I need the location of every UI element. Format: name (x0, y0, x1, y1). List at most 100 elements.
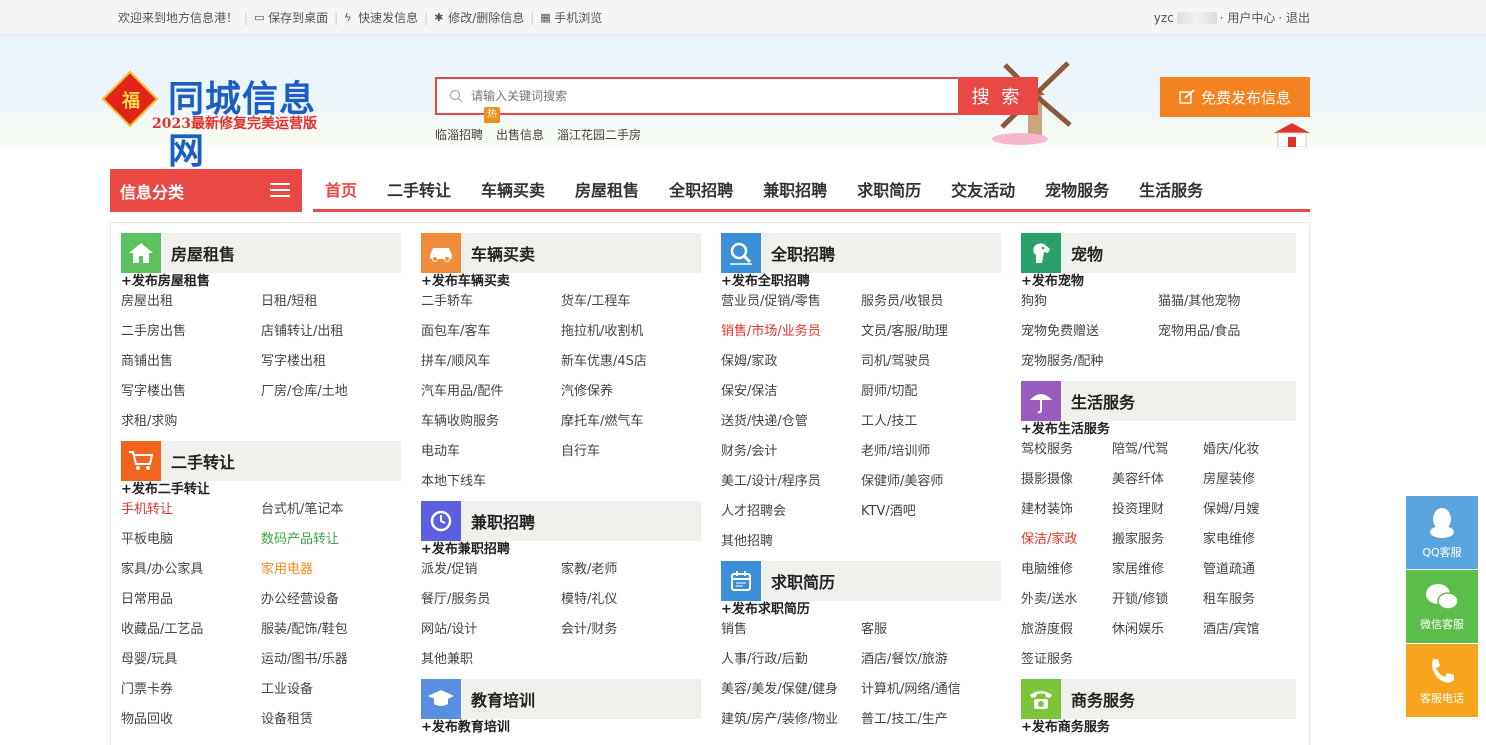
list-item[interactable]: 家居维修 (1112, 559, 1203, 589)
list-item[interactable]: 写字楼出租 (261, 351, 401, 381)
list-item[interactable]: 美容纤体 (1112, 469, 1203, 499)
list-item[interactable]: 数码产品转让 (261, 529, 401, 559)
list-item[interactable]: 摩托车/燃气车 (561, 411, 701, 441)
list-item[interactable]: 保洁/家政 (1021, 529, 1112, 559)
list-item[interactable]: 搬家服务 (1112, 529, 1203, 559)
list-item[interactable]: 送货/快递/仓管 (721, 411, 861, 441)
list-item[interactable]: 家用电器 (261, 559, 401, 589)
nav-home[interactable]: 首页 (325, 177, 357, 201)
post-biz-link[interactable]: +发布商务服务 (1021, 719, 1296, 737)
list-item[interactable]: 保健师/美容师 (861, 471, 1001, 501)
list-item[interactable]: 本地下线车 (421, 471, 561, 501)
list-item[interactable]: 平板电脑 (121, 529, 261, 559)
wechat-support-button[interactable]: 微信客服 (1406, 570, 1478, 643)
list-item[interactable]: 汽修保养 (561, 381, 701, 411)
hot-keyword[interactable]: 淄江花园二手房 (557, 126, 641, 143)
list-item[interactable]: 工人/技工 (861, 411, 1001, 441)
list-item[interactable]: 厂房/仓库/土地 (261, 381, 401, 411)
list-item[interactable]: 其他招聘 (721, 531, 861, 561)
list-item[interactable]: 销售/市场/业务员 (721, 321, 861, 351)
list-item[interactable]: 休闲娱乐 (1112, 619, 1203, 649)
username[interactable]: yzc (1154, 11, 1174, 25)
list-item[interactable]: 会计/财务 (561, 619, 701, 649)
list-item[interactable]: 家教/老师 (561, 559, 701, 589)
list-item[interactable]: 新车优惠/4S店 (561, 351, 701, 381)
list-item[interactable]: 保姆/月嫂 (1203, 499, 1294, 529)
list-item[interactable]: 司机/驾驶员 (861, 351, 1001, 381)
list-item[interactable]: 销售 (721, 619, 861, 649)
list-item[interactable]: 求租/求购 (121, 411, 261, 441)
nav-parttime[interactable]: 兼职招聘 (763, 177, 827, 201)
list-item[interactable]: 狗狗 (1021, 291, 1158, 321)
post-pet-link[interactable]: +发布宠物 (1021, 273, 1296, 291)
list-item[interactable]: 签证服务 (1021, 649, 1112, 679)
search-input[interactable] (467, 79, 958, 113)
list-item[interactable]: 房屋出租 (121, 291, 261, 321)
category-menu-button[interactable]: 信息分类 (110, 169, 302, 212)
list-item[interactable]: 普工/技工/生产 (861, 709, 1001, 739)
list-item[interactable]: 人才招聘会 (721, 501, 861, 531)
list-item[interactable]: 外卖/送水 (1021, 589, 1112, 619)
list-item[interactable]: 拖拉机/收割机 (561, 321, 701, 351)
post-edu-link[interactable]: +发布教育培训 (421, 719, 701, 737)
list-item[interactable]: 商铺出售 (121, 351, 261, 381)
nav-dating[interactable]: 交友活动 (951, 177, 1015, 201)
phone-support-button[interactable]: 客服电话 (1406, 644, 1478, 717)
list-item[interactable]: 运动/图书/乐器 (261, 649, 401, 679)
list-item[interactable]: 投资理财 (1112, 499, 1203, 529)
list-item[interactable]: 日租/短租 (261, 291, 401, 321)
nav-resume[interactable]: 求职简历 (857, 177, 921, 201)
list-item[interactable]: 旅游度假 (1021, 619, 1112, 649)
list-item[interactable]: 汽车用品/配件 (421, 381, 561, 411)
nav-house[interactable]: 房屋租售 (575, 177, 639, 201)
list-item[interactable]: 酒店/宾馆 (1203, 619, 1294, 649)
post-resume-link[interactable]: +发布求职简历 (721, 601, 1001, 619)
list-item[interactable]: 开锁/修锁 (1112, 589, 1203, 619)
list-item[interactable]: 宠物服务/配种 (1021, 351, 1158, 381)
list-item[interactable]: 货车/工程车 (561, 291, 701, 321)
list-item[interactable]: 房屋装修 (1203, 469, 1294, 499)
nav-pet[interactable]: 宠物服务 (1045, 177, 1109, 201)
nav-life[interactable]: 生活服务 (1139, 177, 1203, 201)
list-item[interactable]: 宠物用品/食品 (1158, 321, 1295, 351)
list-item[interactable]: 服装/配饰/鞋包 (261, 619, 401, 649)
list-item[interactable]: 手机转让 (121, 499, 261, 529)
list-item[interactable]: 驾校服务 (1021, 439, 1112, 469)
user-center-link[interactable]: · 用户中心 (1220, 9, 1276, 26)
list-item[interactable]: 日常用品 (121, 589, 261, 619)
post-house-link[interactable]: +发布房屋租售 (121, 273, 401, 291)
list-item[interactable]: 家电维修 (1203, 529, 1294, 559)
list-item[interactable]: 保安/保洁 (721, 381, 861, 411)
list-item[interactable]: 建材装饰 (1021, 499, 1112, 529)
list-item[interactable]: 办公经营设备 (261, 589, 401, 619)
list-item[interactable]: 管道疏通 (1203, 559, 1294, 589)
post-secondhand-link[interactable]: +发布二手转让 (121, 481, 401, 499)
list-item[interactable]: 营业员/促销/零售 (721, 291, 861, 321)
list-item[interactable]: 厨师/切配 (861, 381, 1001, 411)
publish-button[interactable]: 免费发布信息 (1160, 77, 1310, 117)
list-item[interactable]: 婚庆/化妆 (1203, 439, 1294, 469)
list-item[interactable]: 人事/行政/后勤 (721, 649, 861, 679)
post-parttime-link[interactable]: +发布兼职招聘 (421, 541, 701, 559)
mobile-browse-link[interactable]: ▦ 手机浏览 (540, 9, 602, 26)
search-button[interactable]: 搜 索 (958, 79, 1036, 113)
quick-post-link[interactable]: ϟ 快速发信息 (344, 9, 418, 26)
nav-car[interactable]: 车辆买卖 (481, 177, 545, 201)
list-item[interactable]: 拼车/顺风车 (421, 351, 561, 381)
save-desktop-link[interactable]: ▭ 保存到桌面 (254, 9, 328, 26)
list-item[interactable]: 客服 (861, 619, 1001, 649)
qq-support-button[interactable]: QQ客服 (1406, 496, 1478, 569)
list-item[interactable]: 家具/办公家具 (121, 559, 261, 589)
nav-secondhand[interactable]: 二手转让 (387, 177, 451, 201)
list-item[interactable]: 店铺转让/出租 (261, 321, 401, 351)
list-item[interactable]: 二手房出售 (121, 321, 261, 351)
list-item[interactable]: 陪驾/代驾 (1112, 439, 1203, 469)
list-item[interactable]: 自行车 (561, 441, 701, 471)
logout-link[interactable]: · 退出 (1278, 9, 1310, 26)
list-item[interactable]: 美工/设计/程序员 (721, 471, 861, 501)
list-item[interactable]: 模特/礼仪 (561, 589, 701, 619)
list-item[interactable]: 建筑/房产/装修/物业 (721, 709, 861, 739)
list-item[interactable]: 电脑维修 (1021, 559, 1112, 589)
list-item[interactable]: 母婴/玩具 (121, 649, 261, 679)
list-item[interactable]: 财务/会计 (721, 441, 861, 471)
